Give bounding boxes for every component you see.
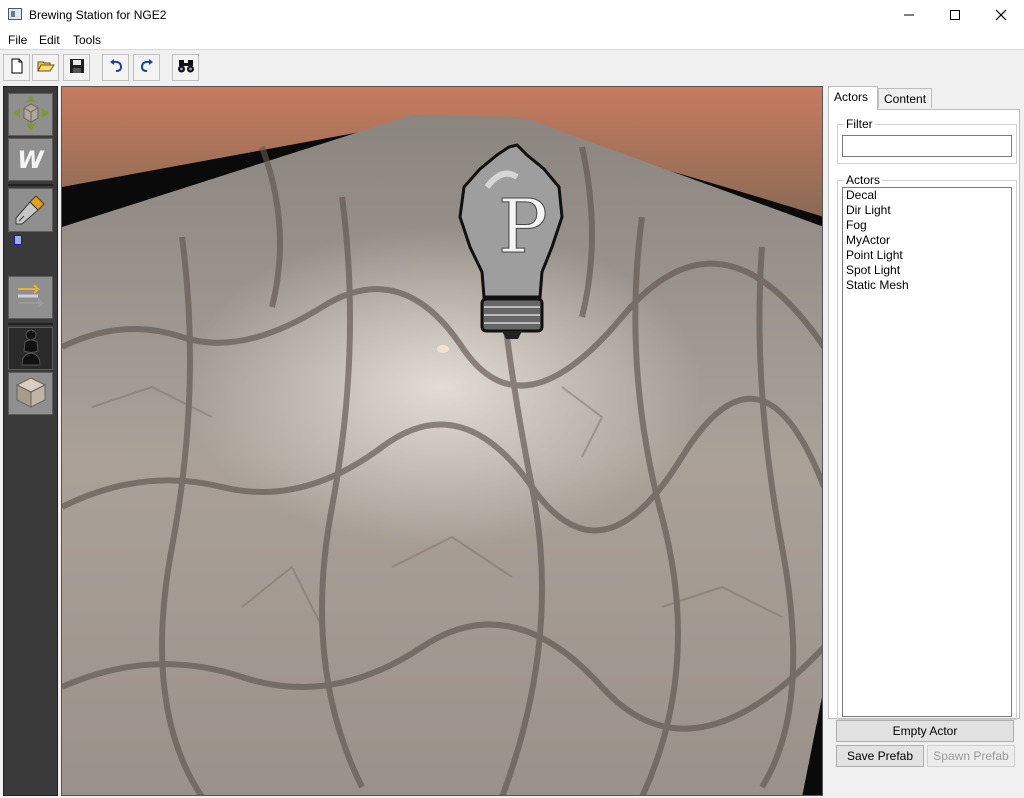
filter-input[interactable] <box>842 135 1012 157</box>
menu-bar: File Edit Tools <box>0 30 1024 50</box>
redo-button[interactable] <box>133 54 160 81</box>
minimize-button[interactable] <box>886 0 932 30</box>
align-arrows-icon <box>12 281 50 314</box>
pawn-icon <box>16 327 46 370</box>
list-item[interactable]: Spot Light <box>843 263 1011 278</box>
world-space-icon: W <box>17 145 44 174</box>
redo-icon <box>139 58 155 77</box>
maximize-button[interactable] <box>932 0 978 30</box>
menu-tools[interactable]: Tools <box>73 33 101 47</box>
undo-icon <box>108 58 124 77</box>
point-light-letter: P <box>498 184 548 270</box>
app-icon <box>8 8 22 20</box>
scene-viewport[interactable]: P <box>61 86 823 796</box>
menu-file[interactable]: File <box>8 33 27 47</box>
open-folder-icon <box>36 58 55 77</box>
title-bar: Brewing Station for NGE2 <box>0 0 1024 30</box>
new-file-icon <box>9 58 25 77</box>
close-icon <box>995 9 1007 21</box>
list-item[interactable]: Fog <box>843 218 1011 233</box>
tool-separator <box>8 323 53 325</box>
cube-icon <box>13 374 49 413</box>
cube-tool-button[interactable] <box>8 372 53 415</box>
actors-tab-pane: Filter Actors Decal Dir Light Fog MyActo… <box>828 109 1020 720</box>
minimize-icon <box>903 9 915 21</box>
list-item[interactable]: Static Mesh <box>843 278 1011 293</box>
align-tool-button[interactable] <box>8 276 53 319</box>
save-prefab-button[interactable]: Save Prefab <box>836 745 924 767</box>
screwdriver-icon <box>12 190 50 231</box>
actor-list[interactable]: Decal Dir Light Fog MyActor Point Light … <box>842 187 1012 717</box>
filter-title: Filter <box>844 117 875 131</box>
list-item[interactable]: Point Light <box>843 248 1011 263</box>
binoculars-icon <box>177 58 195 77</box>
tab-content[interactable]: Content <box>878 88 932 108</box>
world-space-button[interactable]: W <box>8 138 53 181</box>
empty-slot <box>8 234 53 274</box>
actors-group: Actors Decal Dir Light Fog MyActor Point… <box>837 173 1017 720</box>
edit-tool-button[interactable] <box>8 188 53 232</box>
save-icon <box>69 58 85 77</box>
new-button[interactable] <box>3 54 30 81</box>
save-button[interactable] <box>63 54 90 81</box>
move-gizmo-icon <box>11 93 51 136</box>
actor-panel: Actors Content Filter Actors Decal Dir L… <box>826 86 1022 798</box>
window-title: Brewing Station for NGE2 <box>29 8 167 22</box>
toolbar <box>0 50 1024 84</box>
list-item[interactable]: Dir Light <box>843 203 1011 218</box>
tab-actors[interactable]: Actors <box>828 86 878 110</box>
menu-edit[interactable]: Edit <box>39 33 60 47</box>
empty-actor-button[interactable]: Empty Actor <box>836 720 1014 742</box>
undo-button[interactable] <box>102 54 129 81</box>
tool-panel: W <box>3 86 58 796</box>
maximize-icon <box>949 9 961 21</box>
pawn-tool-button[interactable] <box>8 327 53 370</box>
find-button[interactable] <box>172 54 199 81</box>
scene-render: P <box>62 87 822 795</box>
close-button[interactable] <box>978 0 1024 30</box>
spawn-prefab-button[interactable]: Spawn Prefab <box>927 745 1015 767</box>
open-button[interactable] <box>32 54 59 81</box>
list-item[interactable]: MyActor <box>843 233 1011 248</box>
tool-separator <box>8 184 53 186</box>
actors-title: Actors <box>844 173 883 187</box>
filter-group: Filter <box>837 117 1017 164</box>
move-tool-button[interactable] <box>8 93 53 136</box>
list-item[interactable]: Decal <box>843 188 1011 203</box>
